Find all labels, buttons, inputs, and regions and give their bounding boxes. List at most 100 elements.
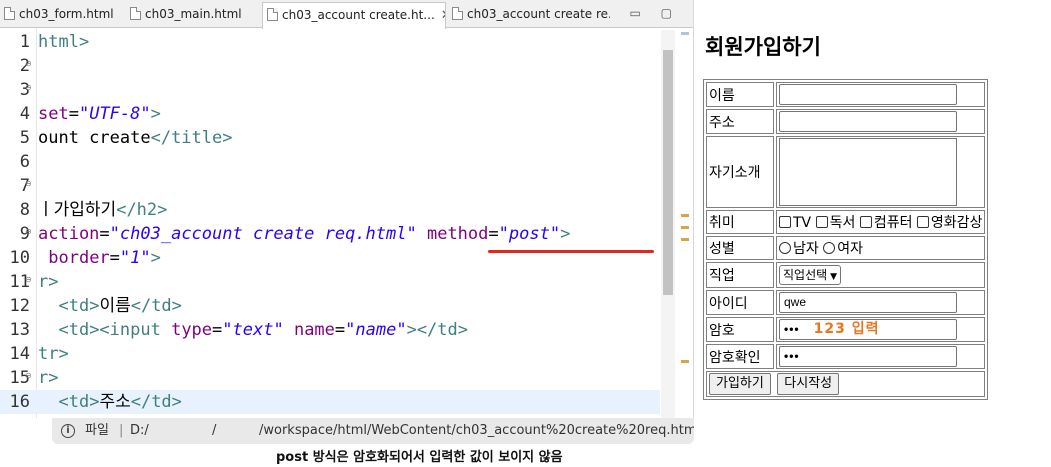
line-number: 1 <box>19 32 30 52</box>
minimize-maximize-icons[interactable]: ▭ ▢ <box>630 6 681 20</box>
code-token: > <box>150 104 161 124</box>
tab-account-create-active[interactable]: ch03_account create.ht... ✕ <box>262 2 446 29</box>
code-line[interactable]: 4 set="UTF-8"> <box>0 102 660 126</box>
overview-ruler <box>678 30 692 418</box>
gender-male-radio[interactable]: 남자 <box>779 241 819 257</box>
code-text: <td><input type="text" name="name"></td> <box>38 318 468 342</box>
scrollbar-thumb[interactable] <box>663 50 673 295</box>
table-row: 직업 직업선택 ▼ <box>706 262 986 288</box>
checkbox-icon[interactable] <box>815 216 828 228</box>
code-token: = <box>99 224 110 244</box>
line-number: 14 <box>9 344 30 364</box>
code-line[interactable]: 8 ㅣ가입하기</h2> <box>0 198 660 222</box>
separator: | <box>119 423 124 438</box>
code-token: > <box>150 248 161 268</box>
code-text: <td>주소</td> <box>38 390 181 414</box>
radio-icon[interactable] <box>823 242 836 254</box>
hobby-reading-checkbox[interactable]: 독서 <box>815 215 855 231</box>
name-input[interactable] <box>779 84 957 105</box>
fold-toggle-icon[interactable]: ⊖ <box>25 227 32 236</box>
code-line[interactable]: 9 ⊖ action="ch03_account create req.html" … <box>0 222 660 246</box>
fold-toggle-icon[interactable]: ⊖ <box>25 371 32 380</box>
hobby-label: 취미 <box>706 210 774 234</box>
table-row: 가입하기 다시작성 <box>706 371 986 397</box>
code-text: <td>이름</td> <box>38 294 181 318</box>
code-token: "name" <box>345 320 407 340</box>
address-bar[interactable]: i 파일 | D:/ / /workspace/html/WebContent/… <box>52 418 694 444</box>
password-confirm-input[interactable]: ••• <box>779 346 957 367</box>
tab-ch03-form[interactable]: ch03_form.html <box>0 2 126 28</box>
annotation-underline <box>488 250 654 253</box>
hobby-movie-checkbox[interactable]: 영화감상 <box>916 215 983 231</box>
code-text: html> <box>38 30 89 54</box>
intro-cell <box>776 136 986 208</box>
chevron-down-icon: ▼ <box>830 272 838 282</box>
checkbox-icon[interactable] <box>916 216 929 228</box>
code-line[interactable]: 5 ount create</title> <box>0 126 660 150</box>
page-title: 회원가입하기 <box>705 35 821 59</box>
submit-button[interactable]: 가입하기 <box>709 373 771 395</box>
path-slash: / <box>212 423 217 438</box>
code-line[interactable]: 11 ⊖ r> <box>0 270 660 294</box>
intro-textarea[interactable] <box>779 138 957 206</box>
code-token: = <box>109 248 120 268</box>
vertical-scrollbar[interactable] <box>661 30 675 418</box>
html-file-icon <box>4 7 15 20</box>
code-token: <td><input <box>58 320 172 340</box>
code-token: set <box>38 104 69 124</box>
tab-account-create-req[interactable]: ch03_account create re... <box>448 2 610 28</box>
code-token: tr> <box>38 344 69 364</box>
code-editor[interactable]: ch03_form.html ch03_main.html ch03_accou… <box>0 0 694 418</box>
close-tab-icon[interactable]: ✕ <box>441 4 445 28</box>
id-input[interactable]: qwe <box>779 292 957 313</box>
code-line[interactable]: 15 ⊖ r> <box>0 366 660 390</box>
address-label: 주소 <box>706 109 774 134</box>
password-input[interactable]: ••• 123 입력 <box>779 319 957 340</box>
fold-toggle-icon[interactable]: ⊖ <box>25 275 32 284</box>
ruler-mark <box>681 360 689 363</box>
checkbox-icon[interactable] <box>859 216 872 228</box>
code-line[interactable]: 13 <td><input type="text" name="name"></… <box>0 318 660 342</box>
code-line[interactable]: 2 ⊖ <box>0 54 660 78</box>
gender-female-radio[interactable]: 여자 <box>823 241 863 257</box>
checkbox-icon[interactable] <box>779 216 791 228</box>
line-number: 5 <box>19 128 30 148</box>
hobby-option-label: 영화감상 <box>930 215 983 231</box>
fold-toggle-icon[interactable]: ⊖ <box>25 179 32 188</box>
code-line[interactable]: 6 <box>0 150 660 174</box>
job-select[interactable]: 직업선택 ▼ <box>779 265 842 285</box>
line-number: 4 <box>19 104 30 124</box>
id-cell: qwe <box>776 290 986 315</box>
code-text: action="ch03_account create req.html" me… <box>38 222 570 246</box>
hobby-option-label: 컴퓨터 <box>873 215 913 231</box>
radio-icon[interactable] <box>779 242 791 254</box>
hobby-option-label: TV <box>793 215 812 231</box>
fold-toggle-icon[interactable]: ⊖ <box>25 83 32 92</box>
code-line[interactable]: 14 tr> <box>0 342 660 366</box>
hobby-tv-checkbox[interactable]: TV <box>779 215 811 231</box>
table-row: 암호 ••• 123 입력 <box>706 317 986 342</box>
hobby-computer-checkbox[interactable]: 컴퓨터 <box>859 215 913 231</box>
code-line[interactable]: 16 <td>주소</td> <box>0 390 660 414</box>
hobby-cell: TV 독서 컴퓨터 영화감상 <box>776 210 986 234</box>
code-token: "ch03_account create req.html" <box>109 224 417 244</box>
code-line[interactable]: 7 ⊖ <box>0 174 660 198</box>
code-token: "1" <box>119 248 151 268</box>
code-token: type <box>171 320 213 340</box>
fold-toggle-icon[interactable]: ⊖ <box>25 59 32 68</box>
password-annotation: 123 입력 <box>813 321 880 337</box>
info-icon[interactable]: i <box>61 424 75 438</box>
ruler-mark <box>681 238 689 241</box>
ruler-mark <box>681 214 689 217</box>
job-label: 직업 <box>706 262 774 288</box>
code-line[interactable]: 12 <td>이름</td> <box>0 294 660 318</box>
tab-label: ch03_form.html <box>19 7 114 21</box>
code-line[interactable]: 3 ⊖ <box>0 78 660 102</box>
code-line[interactable]: 1 html> <box>0 30 660 54</box>
address-input[interactable] <box>779 111 957 132</box>
reset-button[interactable]: 다시작성 <box>777 373 840 395</box>
password-confirm-cell: ••• <box>776 344 986 369</box>
tab-ch03-main[interactable]: ch03_main.html <box>126 2 262 28</box>
